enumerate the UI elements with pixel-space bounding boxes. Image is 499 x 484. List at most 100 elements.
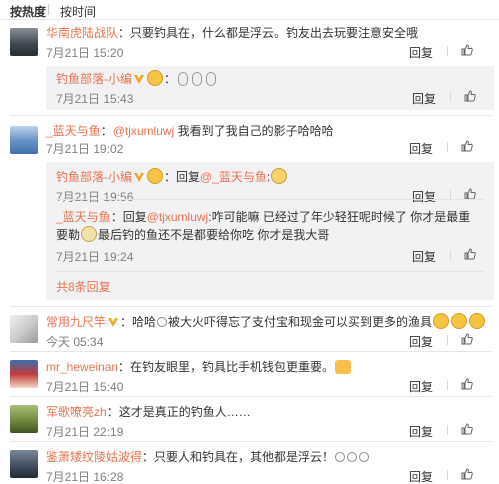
tab-sort-by-time[interactable]: 按时间 xyxy=(60,3,96,20)
comment-text: 军歌嘹亮zh：这才是真正的钓鱼人…… xyxy=(46,403,491,421)
reply-box: 钓鱼部落-小编 ： 7月21日 15:43 回复 xyxy=(46,66,494,110)
comment-actions: 回复 xyxy=(409,423,489,439)
replier-name[interactable]: 钓鱼部落-小编 xyxy=(56,170,132,184)
replier-name[interactable]: _蓝天与鱼 xyxy=(56,210,111,224)
view-all-replies-link[interactable]: 共8条回复 xyxy=(56,278,111,295)
comment-time: 7月21日 15:40 xyxy=(46,380,124,394)
comment-item: 常用九尺竿 ：哈哈 被大火吓得忘了支付宝和现金可以买到更多的渔具 今天 05:34 … xyxy=(0,313,499,349)
comment-time: 7月21日 19:02 xyxy=(46,142,124,156)
commenter-name[interactable]: 鉴萧矮纹陵姑波得 xyxy=(46,450,142,464)
thumbs-up-icon xyxy=(461,423,473,435)
reply-time: 7月21日 15:43 xyxy=(56,92,134,106)
comment-text: mr_heweinan：在钓友眼里，钓具比手机钱包更重要。 xyxy=(46,358,491,376)
comment-time: 7月21日 15:20 xyxy=(46,46,124,60)
avatar[interactable] xyxy=(10,28,38,56)
commenter-name[interactable]: 常用九尺竿 xyxy=(46,315,106,329)
reply-text: _蓝天与鱼：回复@tjxumluwj:咋可能嘛 已经过了年少轻狂呢时候了 你才是… xyxy=(56,208,482,244)
thumbs-up-icon xyxy=(461,44,473,56)
avatar[interactable] xyxy=(10,405,38,433)
reply-prefix: ：回复 xyxy=(164,170,201,184)
laugh-emoji-icon xyxy=(433,313,450,329)
action-separator xyxy=(450,92,451,102)
comment-actions: 回复 xyxy=(409,140,489,156)
reply-button[interactable]: 回复 xyxy=(409,333,433,350)
thumbs-up-icon xyxy=(461,468,473,480)
sort-tabs: 按热度 按时间 xyxy=(0,0,499,20)
commenter-name[interactable]: 军歌嘹亮zh xyxy=(46,405,107,419)
comment-actions: 回复 xyxy=(409,333,489,349)
comment-time: 今天 05:34 xyxy=(46,335,104,349)
reply-button[interactable]: 回复 xyxy=(409,378,433,395)
divider xyxy=(10,351,491,352)
avatar[interactable] xyxy=(10,450,38,478)
reply-button[interactable]: 回复 xyxy=(412,90,436,107)
avatar[interactable] xyxy=(10,360,38,388)
reply-time: 7月21日 19:24 xyxy=(56,250,134,264)
comment-text: 鉴萧矮纹陵姑波得：只要人和钓具在，其他都是浮云！ xyxy=(46,448,491,466)
reply-button[interactable]: 回复 xyxy=(409,140,433,157)
commenter-name[interactable]: mr_heweinan xyxy=(46,360,118,374)
like-button[interactable] xyxy=(447,333,489,347)
reply-body: : xyxy=(266,170,271,184)
comment-colon: ： xyxy=(100,124,113,138)
laugh-emoji-icon xyxy=(147,70,163,86)
comment-time: 7月21日 16:28 xyxy=(46,470,124,484)
reply-button[interactable]: 回复 xyxy=(409,468,433,484)
face-emoji-icon xyxy=(359,452,370,462)
divider xyxy=(10,306,491,307)
microphone-emoji-icon xyxy=(206,72,217,86)
reply-button[interactable]: 回复 xyxy=(409,44,433,61)
like-button[interactable] xyxy=(447,378,489,392)
replier-name[interactable]: 钓鱼部落-小编 xyxy=(56,72,132,86)
reply-prefix: ：回复 xyxy=(110,210,147,224)
comment-body-continued: 被大火吓得忘了支付宝和现金可以买到更多的渔具 xyxy=(168,315,433,329)
verified-v-icon xyxy=(134,75,144,84)
reply-button[interactable]: 回复 xyxy=(412,248,436,265)
microphone-emoji-icon xyxy=(178,72,189,86)
reply-body-continued: 最后钓的鱼还不是都要给你吃 你才是我大哥 xyxy=(98,228,330,242)
action-separator xyxy=(447,142,448,152)
comment-actions: 回复 xyxy=(409,44,489,60)
comment-item: 军歌嘹亮zh：这才是真正的钓鱼人…… 7月21日 22:19 回复 xyxy=(0,403,499,439)
avatar[interactable] xyxy=(10,126,38,154)
mention-link[interactable]: @tjxumluwj xyxy=(113,124,175,138)
comment-actions: 回复 xyxy=(409,468,489,484)
microphone-emoji-icon xyxy=(192,72,203,86)
commenter-name[interactable]: 华南虎陆战队 xyxy=(46,26,118,40)
comment-body: ：只要人和钓具在，其他都是浮云！ xyxy=(142,450,335,464)
comment-text: _蓝天与鱼：@tjxumluwj 我看到了我自己的影子哈哈哈 xyxy=(46,122,491,140)
reply-button[interactable]: 回复 xyxy=(412,188,436,205)
face-emoji-icon xyxy=(347,452,358,462)
action-separator xyxy=(447,425,448,435)
like-button[interactable] xyxy=(447,423,489,437)
reply-button[interactable]: 回复 xyxy=(409,423,433,440)
like-button[interactable] xyxy=(447,140,489,154)
laugh-emoji-icon xyxy=(451,313,468,329)
like-button[interactable] xyxy=(447,44,489,58)
reply-divider xyxy=(56,199,484,200)
action-separator xyxy=(447,470,448,480)
face-emoji-icon xyxy=(157,317,168,327)
verified-v-icon xyxy=(108,318,119,327)
mention-link[interactable]: @_蓝天与鱼 xyxy=(200,170,267,184)
mention-link[interactable]: @tjxumluwj xyxy=(147,210,209,224)
tab-separator xyxy=(48,4,49,15)
comment-text: 常用九尺竿 ：哈哈 被大火吓得忘了支付宝和现金可以买到更多的渔具 xyxy=(46,313,491,331)
divider xyxy=(10,396,491,397)
avatar[interactable] xyxy=(10,315,38,343)
action-separator xyxy=(450,250,451,260)
tab-sort-by-hot[interactable]: 按热度 xyxy=(10,3,46,20)
comment-time: 7月21日 22:19 xyxy=(46,425,124,439)
like-button[interactable] xyxy=(450,248,492,262)
comment-item: 华南虎陆战队：只要钓具在，什么都是浮云。钓友出去玩要注意安全哦 7月21日 15… xyxy=(0,24,499,116)
comment-item: mr_heweinan：在钓友眼里，钓具比手机钱包更重要。 7月21日 15:4… xyxy=(0,358,499,394)
like-button[interactable] xyxy=(447,468,489,482)
thumbs-up-icon xyxy=(464,248,476,260)
comment-item: _蓝天与鱼：@tjxumluwj 我看到了我自己的影子哈哈哈 7月21日 19:… xyxy=(0,122,499,306)
comment-body: 我看到了我自己的影子哈哈哈 xyxy=(177,124,334,138)
like-button[interactable] xyxy=(450,90,492,104)
shocked-emoji-icon xyxy=(81,226,98,242)
reply-time: 7月21日 19:56 xyxy=(56,190,134,204)
commenter-name[interactable]: _蓝天与鱼 xyxy=(46,124,101,138)
thumbs-up-emoji-icon xyxy=(335,360,352,374)
